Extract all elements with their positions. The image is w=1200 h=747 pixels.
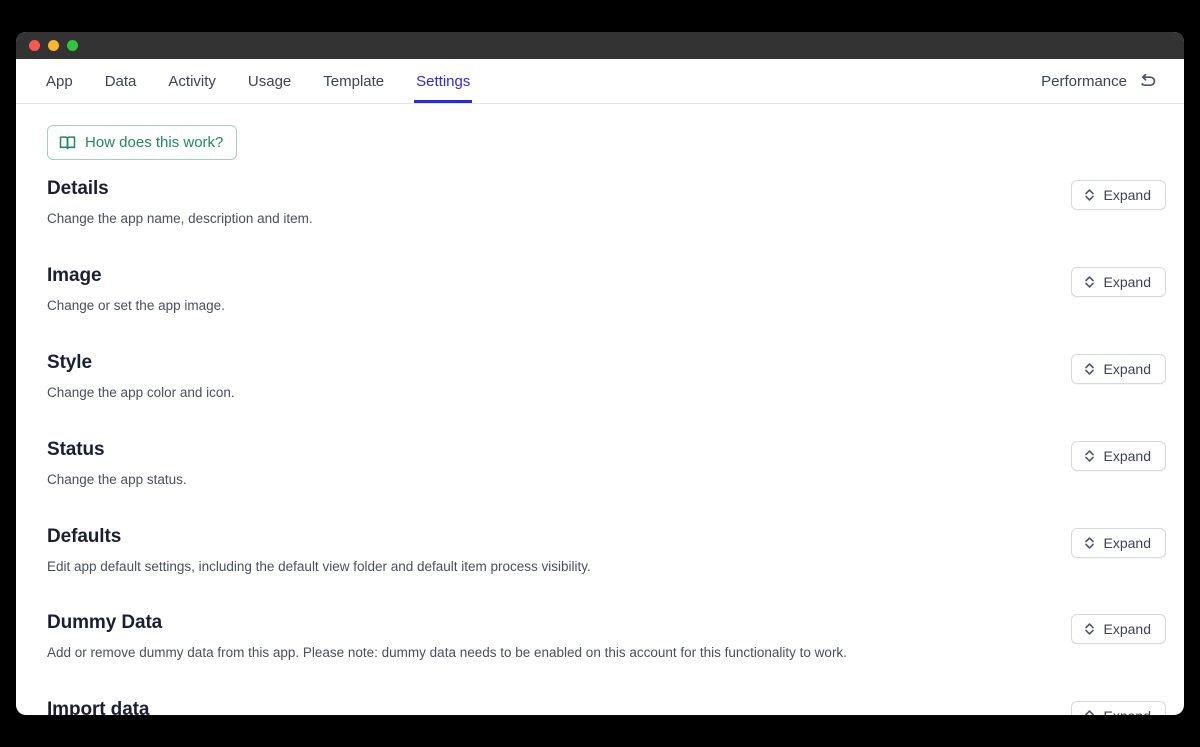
chevron-up-down-icon bbox=[1083, 188, 1096, 202]
expand-button-label: Expand bbox=[1103, 273, 1151, 290]
settings-section-list: Details Change the app name, description… bbox=[32, 178, 1168, 715]
tab-app-label: App bbox=[46, 72, 73, 90]
how-does-this-work-label: How does this work? bbox=[85, 134, 224, 151]
tab-data-label: Data bbox=[104, 72, 137, 90]
close-window-button[interactable] bbox=[29, 40, 40, 51]
tab-settings-label: Settings bbox=[416, 72, 471, 90]
section-description-defaults: Edit app default settings, including the… bbox=[47, 558, 591, 574]
undo-arrow-icon[interactable] bbox=[1138, 71, 1158, 91]
expand-button-label: Expand bbox=[1103, 534, 1151, 551]
expand-button-style[interactable]: Expand bbox=[1070, 353, 1166, 384]
section-description-dummy-data: Add or remove dummy data from this app. … bbox=[47, 645, 847, 661]
section-title-defaults: Defaults bbox=[47, 525, 122, 547]
section-title-image: Image bbox=[47, 264, 102, 286]
section-description-status: Change the app status. bbox=[47, 471, 187, 487]
window-titlebar bbox=[16, 32, 1184, 59]
expand-button-status[interactable]: Expand bbox=[1070, 440, 1166, 471]
tab-usage-label: Usage bbox=[247, 72, 292, 90]
section-title-details: Details bbox=[47, 178, 109, 199]
tab-template[interactable]: Template bbox=[307, 59, 400, 103]
settings-content: How does this work? Details Change the a… bbox=[16, 104, 1184, 715]
app-window: App Data Activity Usage Template Setting… bbox=[16, 32, 1184, 715]
chevron-up-down-icon bbox=[1083, 449, 1096, 463]
expand-button-label: Expand bbox=[1103, 360, 1151, 377]
expand-button-label: Expand bbox=[1103, 621, 1151, 638]
settings-section-image: Image Change or set the app image. Expan… bbox=[47, 265, 1166, 316]
performance-label[interactable]: Performance bbox=[1041, 73, 1127, 90]
chevron-up-down-icon bbox=[1083, 622, 1096, 636]
tab-settings[interactable]: Settings bbox=[400, 59, 486, 103]
expand-button-label: Expand bbox=[1104, 709, 1151, 715]
tab-data[interactable]: Data bbox=[89, 59, 153, 103]
section-title-dummy-data: Dummy Data bbox=[47, 612, 163, 634]
section-description-style: Change the app color and icon. bbox=[47, 384, 235, 400]
expand-button-details[interactable]: Expand bbox=[1070, 180, 1166, 210]
settings-section-style: Style Change the app color and icon. Exp… bbox=[47, 352, 1166, 403]
tab-activity-label: Activity bbox=[168, 72, 216, 90]
section-text: Image Change or set the app image. bbox=[47, 265, 225, 316]
window-controls bbox=[29, 40, 78, 51]
section-title-import-data: Import data bbox=[47, 699, 150, 715]
tab-usage[interactable]: Usage bbox=[232, 59, 307, 103]
minimize-window-button[interactable] bbox=[48, 40, 59, 51]
section-text: Style Change the app color and icon. bbox=[47, 352, 235, 403]
how-does-this-work-button[interactable]: How does this work? bbox=[47, 125, 238, 160]
tab-activity[interactable]: Activity bbox=[152, 59, 232, 103]
section-title-status: Status bbox=[47, 438, 105, 460]
chevron-up-down-icon bbox=[1083, 536, 1096, 550]
section-description-image: Change or set the app image. bbox=[47, 297, 225, 313]
expand-button-dummy-data[interactable]: Expand bbox=[1070, 614, 1166, 645]
expand-button-label: Expand bbox=[1103, 187, 1151, 203]
expand-button-image[interactable]: Expand bbox=[1070, 266, 1166, 297]
tabbar-actions: Performance bbox=[1041, 59, 1164, 103]
tab-app[interactable]: App bbox=[30, 59, 89, 103]
main-tabbar: App Data Activity Usage Template Setting… bbox=[16, 59, 1184, 104]
section-description-details: Change the app name, description and ite… bbox=[47, 211, 313, 226]
book-icon bbox=[59, 134, 76, 151]
chevron-up-down-icon bbox=[1083, 275, 1096, 289]
expand-button-defaults[interactable]: Expand bbox=[1070, 527, 1166, 558]
settings-section-details: Details Change the app name, description… bbox=[47, 178, 1166, 229]
section-title-style: Style bbox=[47, 351, 92, 373]
maximize-window-button[interactable] bbox=[67, 40, 78, 51]
settings-section-import-data: Import data Expand bbox=[47, 699, 1166, 715]
expand-button-import-data[interactable]: Expand bbox=[1070, 701, 1166, 715]
tab-list: App Data Activity Usage Template Setting… bbox=[30, 59, 486, 103]
chevron-up-down-icon bbox=[1083, 709, 1096, 715]
section-text: Import data bbox=[47, 699, 149, 715]
expand-button-label: Expand bbox=[1103, 447, 1151, 464]
tab-template-label: Template bbox=[323, 72, 385, 90]
settings-section-status: Status Change the app status. Expand bbox=[47, 439, 1166, 490]
chevron-up-down-icon bbox=[1083, 362, 1096, 376]
section-text: Dummy Data Add or remove dummy data from… bbox=[47, 612, 847, 663]
section-text: Status Change the app status. bbox=[47, 439, 187, 490]
settings-section-defaults: Defaults Edit app default settings, incl… bbox=[47, 526, 1166, 577]
settings-section-dummy-data: Dummy Data Add or remove dummy data from… bbox=[47, 612, 1166, 663]
section-text: Details Change the app name, description… bbox=[47, 178, 313, 229]
section-text: Defaults Edit app default settings, incl… bbox=[47, 526, 591, 577]
